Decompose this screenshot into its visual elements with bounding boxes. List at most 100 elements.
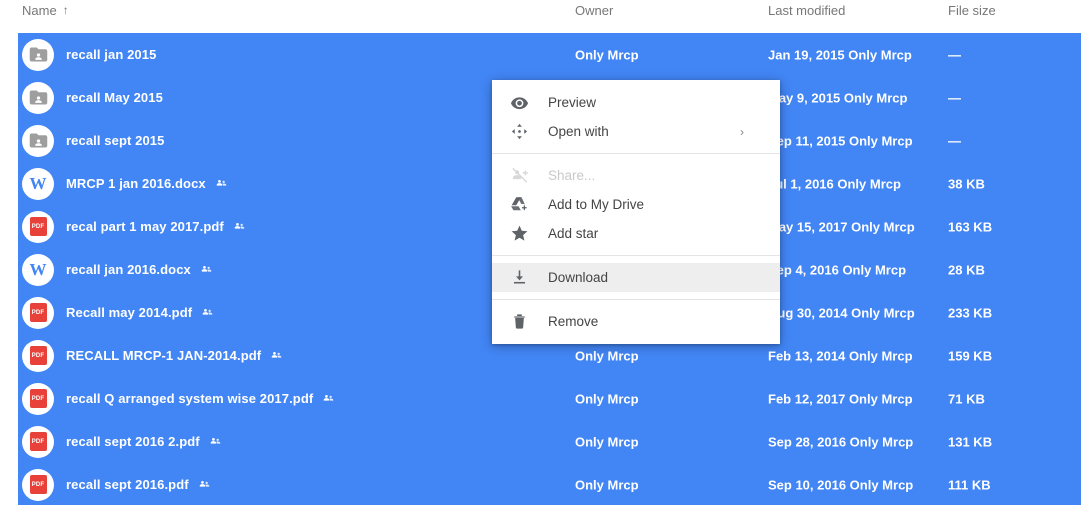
file-name-cell[interactable]: PDF recall Q arranged system wise 2017.pd…: [22, 382, 335, 415]
file-last-modified-cell: Sep 11, 2015 Only Mrcp: [768, 133, 913, 148]
pdf-file-icon-glyph: PDF: [29, 303, 47, 322]
file-name-label: Recall may 2014.pdf: [66, 305, 193, 320]
file-name-label: MRCP 1 jan 2016.docx: [66, 176, 206, 191]
menu-item-download[interactable]: Download: [492, 263, 780, 292]
shared-people-icon: [233, 220, 246, 233]
pdf-file-icon: PDF: [22, 296, 54, 329]
file-owner-cell: Only Mrcp: [575, 434, 639, 449]
file-last-modified-cell: Feb 12, 2017 Only Mrcp: [768, 391, 913, 406]
file-name-cell[interactable]: PDF RECALL MRCP-1 JAN-2014.pdf: [22, 339, 283, 372]
menu-separator: [492, 153, 780, 154]
file-name-cell[interactable]: PDF Recall may 2014.pdf: [22, 296, 214, 329]
file-owner-cell: Only Mrcp: [575, 391, 639, 406]
pdf-file-icon: PDF: [22, 210, 54, 243]
file-last-modified-cell: Feb 13, 2014 Only Mrcp: [768, 348, 913, 363]
column-header-file-size[interactable]: File size: [948, 3, 996, 18]
menu-item-label: Share...: [548, 168, 596, 183]
table-row[interactable]: PDF recall Q arranged system wise 2017.pd…: [18, 377, 1081, 420]
pdf-file-icon-glyph: PDF: [29, 432, 47, 451]
menu-item-add-star[interactable]: Add star: [492, 219, 780, 248]
shared-people-icon: [322, 392, 335, 405]
file-name-cell[interactable]: recall May 2015: [22, 81, 163, 114]
menu-item-label: Preview: [548, 95, 597, 110]
file-name-label: recall jan 2016.docx: [66, 262, 191, 277]
file-name-cell[interactable]: Wrecall jan 2016.docx: [22, 253, 213, 286]
menu-item-preview[interactable]: Preview: [492, 88, 780, 117]
file-last-modified-cell: Sep 10, 2016 Only Mrcp: [768, 477, 914, 492]
menu-item-label: Download: [548, 270, 609, 285]
menu-item-open-with[interactable]: Open with ›: [492, 117, 780, 146]
shared-people-icon: [270, 349, 283, 362]
file-size-cell: 38 KB: [948, 176, 985, 191]
add-to-drive-icon: [504, 195, 534, 214]
word-doc-icon: W: [22, 167, 54, 200]
file-name-cell[interactable]: W MRCP 1 jan 2016.docx: [22, 167, 228, 200]
file-name-cell[interactable]: PDF recall sept 2016 2.pdf: [22, 425, 222, 458]
file-owner-cell: Only Mrcp: [575, 477, 639, 492]
file-name-cell[interactable]: PDF recall sept 2016.pdf: [22, 468, 211, 501]
menu-item-share: Share...: [492, 161, 780, 190]
file-name-cell[interactable]: PDF recal part 1 may 2017.pdf: [22, 210, 246, 243]
star-icon: [504, 224, 534, 243]
file-name-label: recall May 2015: [66, 90, 163, 105]
submenu-chevron-icon[interactable]: ›: [740, 125, 744, 139]
file-size-cell: 71 KB: [948, 391, 985, 406]
sort-ascending-icon[interactable]: ↑: [63, 3, 69, 17]
shared-people-icon: [198, 478, 211, 491]
table-row[interactable]: recall jan 2015 Only Mrcp Jan 19, 2015 Onl…: [18, 33, 1081, 76]
file-last-modified-cell: May 9, 2015 Only Mrcp: [768, 90, 908, 105]
folder-shared-icon: [22, 124, 54, 157]
word-doc-icon-glyph: W: [29, 260, 47, 279]
file-owner-cell: Only Mrcp: [575, 348, 639, 363]
file-name-label: recall sept 2016 2.pdf: [66, 434, 200, 449]
folder-shared-icon: [22, 38, 54, 71]
drive-file-browser: Name ↑ Owner Last modified File size reca…: [0, 0, 1081, 511]
pdf-file-icon-glyph: PDF: [29, 475, 47, 494]
file-name-label: RECALL MRCP-1 JAN-2014.pdf: [66, 348, 262, 363]
pdf-file-icon-glyph: PDF: [29, 389, 47, 408]
share-off-icon: [504, 166, 534, 185]
file-size-cell: —: [948, 47, 961, 62]
file-name-cell[interactable]: recall sept 2015: [22, 124, 165, 157]
word-doc-icon: W: [22, 253, 54, 286]
pdf-file-icon-glyph: PDF: [29, 346, 47, 365]
folder-shared-icon: [22, 81, 54, 114]
column-header-last-modified[interactable]: Last modified: [768, 3, 845, 18]
file-last-modified-cell: Sep 4, 2016 Only Mrcp: [768, 262, 907, 277]
file-name-label: recall sept 2016.pdf: [66, 477, 189, 492]
table-row[interactable]: PDF recall sept 2016.pdf Only Mrcp Sep 10, …: [18, 463, 1081, 506]
column-header-bar: Name ↑ Owner Last modified File size: [0, 0, 1081, 22]
file-last-modified-cell: May 15, 2017 Only Mrcp: [768, 219, 915, 234]
pdf-file-icon: PDF: [22, 339, 54, 372]
file-size-cell: —: [948, 90, 961, 105]
trash-icon: [504, 312, 534, 331]
pdf-file-icon: PDF: [22, 382, 54, 415]
file-name-label: recal part 1 may 2017.pdf: [66, 219, 224, 234]
file-name-label: recall jan 2015: [66, 47, 157, 62]
menu-item-add-to-my-drive[interactable]: Add to My Drive: [492, 190, 780, 219]
shared-people-icon: [209, 435, 222, 448]
file-last-modified-cell: Jan 19, 2015 Only Mrcp: [768, 47, 912, 62]
context-menu: Preview Open with › Share... Add to My Drive…: [492, 80, 780, 344]
file-size-cell: 28 KB: [948, 262, 985, 277]
file-name-label: recall sept 2015: [66, 133, 165, 148]
file-owner-cell: Only Mrcp: [575, 47, 639, 62]
file-name-cell[interactable]: recall jan 2015: [22, 38, 157, 71]
menu-item-label: Open with: [548, 124, 609, 139]
file-size-cell: —: [948, 133, 961, 148]
menu-item-remove[interactable]: Remove: [492, 307, 780, 336]
open-with-icon: [504, 122, 534, 141]
shared-people-icon: [201, 306, 214, 319]
menu-separator: [492, 255, 780, 256]
menu-item-label: Add to My Drive: [548, 197, 645, 212]
column-header-owner[interactable]: Owner: [575, 3, 613, 18]
file-size-cell: 159 KB: [948, 348, 993, 363]
pdf-file-icon-glyph: PDF: [29, 217, 47, 236]
download-icon: [504, 268, 534, 287]
column-header-name[interactable]: Name ↑: [22, 3, 69, 18]
menu-separator: [492, 299, 780, 300]
table-row[interactable]: PDF recall sept 2016 2.pdf Only Mrcp Sep 28…: [18, 420, 1081, 463]
eye-icon: [504, 93, 534, 112]
file-size-cell: 111 KB: [948, 477, 991, 492]
shared-people-icon: [215, 177, 228, 190]
